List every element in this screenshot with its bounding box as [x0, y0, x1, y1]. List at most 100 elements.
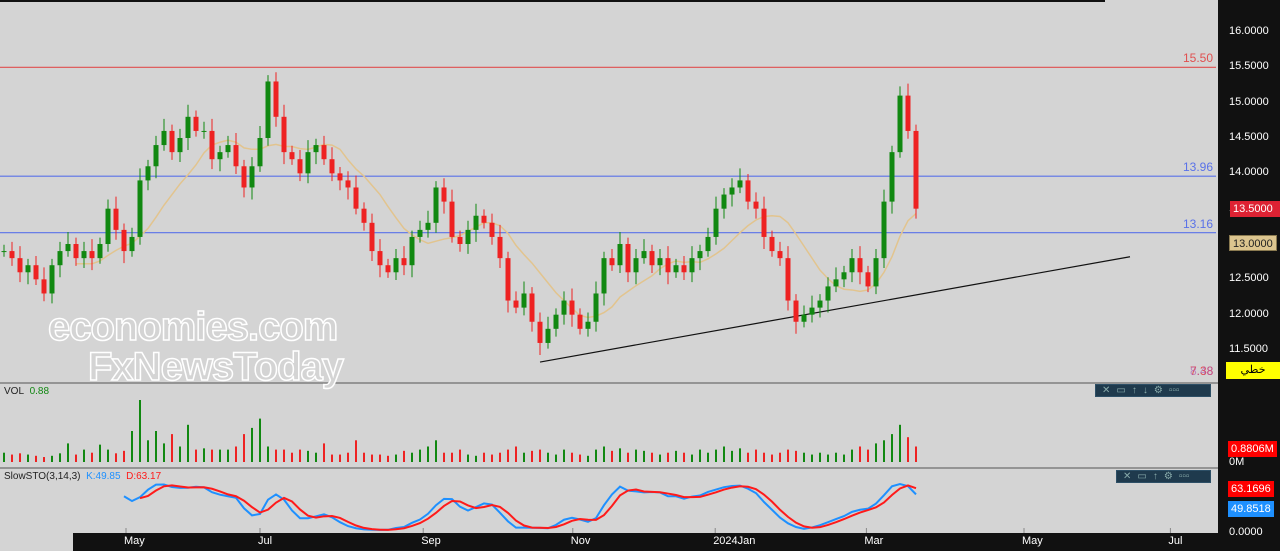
volume-bar [523, 452, 525, 462]
volume-bar [339, 454, 341, 462]
time-label: Nov [570, 535, 591, 547]
volume-bar [243, 434, 245, 462]
volume-bar [283, 449, 285, 462]
candle-body [545, 328, 551, 343]
volume-bar [691, 454, 693, 462]
maximize-icon[interactable]: ▭ [1137, 471, 1146, 482]
candle-body [849, 258, 855, 273]
candle-body [801, 314, 807, 322]
candle-body [1, 251, 7, 253]
candle-body [553, 314, 559, 329]
volume-bar [411, 452, 413, 462]
volume-bar [827, 454, 829, 462]
candle-body [633, 258, 639, 273]
time-label: Mar [864, 535, 884, 547]
chart-type-button[interactable]: خطي [1226, 362, 1280, 379]
candle-body [529, 293, 535, 322]
candle-body [481, 215, 487, 223]
volume-bar [499, 452, 501, 462]
volume-bar [107, 449, 109, 462]
candle-body [9, 251, 15, 259]
time-label: 2024Jan [713, 535, 756, 547]
candle-body [689, 258, 695, 273]
price-tick-label: 14.0000 [1229, 166, 1269, 179]
volume-bar [787, 449, 789, 462]
volume-bar [291, 452, 293, 462]
time-label: May [124, 535, 145, 547]
candle-body [321, 145, 327, 160]
maximize-icon[interactable]: ▭ [1116, 385, 1125, 396]
candle-body [753, 201, 759, 209]
gear-icon[interactable]: ⚙ [1154, 385, 1163, 396]
more-icon[interactable]: ▫▫▫ [1169, 385, 1180, 396]
candle-body [473, 215, 479, 230]
candle-body [625, 244, 631, 273]
volume-bar [387, 455, 389, 462]
arrow-up-icon[interactable]: ↑ [1153, 471, 1158, 482]
chart-canvas[interactable] [0, 0, 1280, 551]
level-label: 13.96 [1183, 160, 1214, 175]
volume-bar [323, 443, 325, 462]
candle-body [761, 208, 767, 237]
candle-body [249, 166, 255, 188]
candle-body [97, 244, 103, 259]
candle-body [361, 208, 367, 223]
volume-bar [779, 452, 781, 462]
close-icon[interactable]: ✕ [1102, 385, 1110, 396]
arrow-up-icon[interactable]: ↑ [1132, 385, 1137, 396]
time-axis[interactable] [73, 533, 1280, 551]
stoch-d-line [139, 484, 917, 531]
time-label: Sep [421, 535, 441, 547]
candle-body [673, 265, 679, 273]
volume-bar [91, 452, 93, 462]
gear-icon[interactable]: ⚙ [1164, 471, 1173, 482]
volume-bar [651, 452, 653, 462]
volume-bar [907, 437, 909, 462]
volume-last-tag: 0.8806M [1228, 441, 1277, 457]
volume-bar [739, 448, 741, 462]
volume-bar [683, 452, 685, 462]
volume-bar [715, 449, 717, 462]
candle-body [177, 138, 183, 153]
candle-body [41, 279, 47, 294]
volume-bar [427, 446, 429, 462]
volume-bar [819, 452, 821, 462]
candle-body [329, 159, 335, 174]
volume-bar [75, 454, 77, 462]
volume-bar [403, 450, 405, 462]
volume-bar [875, 443, 877, 462]
candle-body [729, 187, 735, 195]
volume-bar [595, 449, 597, 462]
volume-bar [203, 448, 205, 462]
candle-body [137, 180, 143, 237]
candle-body [121, 229, 127, 252]
volume-bar [915, 446, 917, 462]
arrow-down-icon[interactable]: ↓ [1143, 385, 1148, 396]
level-label: 15.50 [1183, 51, 1214, 66]
candle-body [489, 222, 495, 237]
volume-bar [867, 449, 869, 462]
volume-bar [899, 424, 901, 462]
volume-bar [307, 450, 309, 462]
price-tick-label: 16.0000 [1229, 25, 1269, 37]
more-icon[interactable]: ▫▫▫ [1179, 471, 1190, 482]
volume-bar [35, 455, 37, 462]
volume-bar [587, 455, 589, 462]
volume-bar [331, 454, 333, 462]
close-icon[interactable]: ✕ [1123, 471, 1131, 482]
volume-bar [611, 450, 613, 462]
volume-bar [251, 427, 253, 462]
last-price-tag: 13.5000 [1230, 201, 1280, 217]
volume-bar [811, 454, 813, 462]
volume-bar [483, 452, 485, 462]
candle-body [561, 300, 567, 315]
volume-bar [19, 453, 21, 462]
candle-body [193, 116, 199, 131]
volume-bar [195, 449, 197, 462]
volume-bar [267, 446, 269, 462]
candle-body [841, 272, 847, 280]
top-bar [0, 0, 1105, 2]
price-tick-label: 14.5000 [1229, 131, 1269, 143]
candle-body [297, 159, 303, 174]
candle-body [697, 251, 703, 259]
